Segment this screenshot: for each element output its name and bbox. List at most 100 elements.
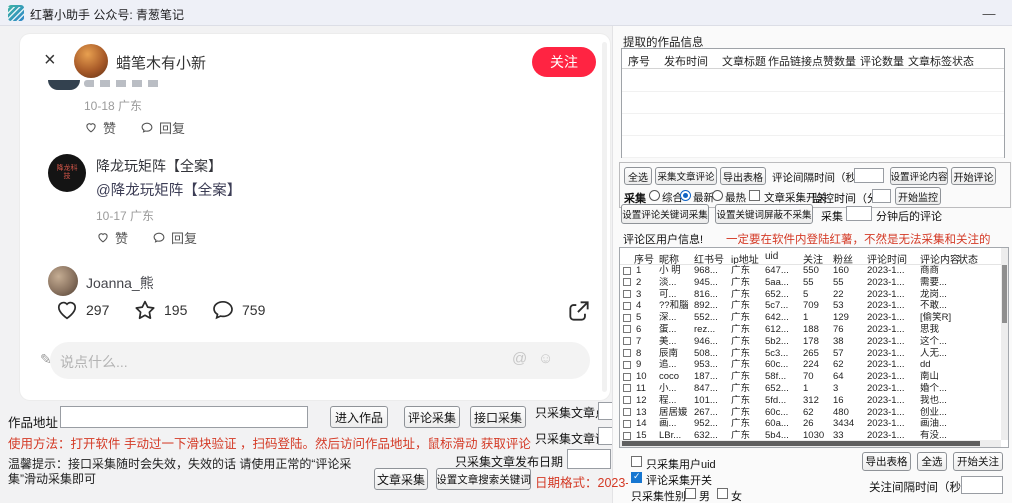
set-search-keyword-button[interactable]: 设置文章搜索关键词 (436, 468, 531, 490)
set-keyword-collect-button[interactable]: 设置评论关键词采集 (621, 204, 709, 224)
comment-input[interactable] (50, 342, 590, 379)
reply-icon[interactable] (152, 231, 166, 244)
commenter-avatar[interactable]: 降龙科技 (48, 154, 86, 192)
only-date-input[interactable] (567, 449, 611, 469)
table-cell: 508... (694, 348, 730, 360)
work-url-input[interactable] (60, 406, 308, 428)
comment-switch-checkbox[interactable] (631, 472, 642, 483)
commenter-avatar[interactable] (48, 266, 78, 296)
table-row[interactable]: 9追...953...广东60c...224622023-1...dd (620, 359, 1000, 371)
close-icon[interactable]: × (44, 50, 56, 70)
author-avatar[interactable] (74, 44, 108, 78)
star-icon[interactable] (132, 298, 158, 322)
sort-radio-1[interactable] (649, 190, 660, 201)
row-checkbox[interactable] (623, 314, 631, 322)
row-checkbox[interactable] (623, 384, 631, 392)
row-checkbox[interactable] (623, 325, 631, 333)
only-uid-checkbox[interactable] (631, 456, 642, 467)
female-checkbox[interactable] (717, 488, 728, 499)
mention-icon[interactable]: @ (512, 350, 527, 367)
table-row[interactable]: 13居居媛267...广东60c...624802023-1...创业... (620, 407, 1000, 419)
comment-collect-button[interactable]: 评论采集 (404, 406, 460, 428)
row-checkbox[interactable] (623, 420, 631, 428)
comment-table-vscrollbar[interactable] (1001, 248, 1008, 440)
share-icon[interactable] (566, 298, 592, 324)
select-all-button[interactable]: 全选 (624, 167, 652, 185)
enter-work-button[interactable]: 进入作品 (330, 406, 388, 428)
male-checkbox[interactable] (685, 488, 696, 499)
row-checkbox[interactable] (623, 373, 631, 381)
row-checkbox[interactable] (623, 267, 631, 275)
table-row[interactable]: 11小...847...广东652...132023-1...婚个... (620, 383, 1000, 395)
works-column-header[interactable]: 点赞数量 (812, 53, 856, 69)
article-switch-checkbox[interactable] (749, 190, 760, 201)
table-cell: 188 (803, 324, 831, 336)
heart-icon[interactable] (54, 298, 80, 322)
api-collect-button[interactable]: 接口采集 (470, 406, 526, 428)
article-collect-button[interactable]: 文章采集 (374, 468, 428, 490)
sort-radio-2[interactable] (680, 190, 691, 201)
table-row[interactable]: 14画...952...广东60a...2634342023-1...画油... (620, 418, 1000, 430)
comment-column-header[interactable]: uid (765, 251, 778, 262)
comment-bubble-icon[interactable] (210, 298, 236, 322)
table-row[interactable]: 3可...816...广东652...5222023-1...龙岗... (620, 289, 1000, 301)
row-checkbox[interactable] (623, 432, 631, 440)
emoji-icon[interactable]: ☺ (538, 350, 553, 367)
collect-article-comments-button[interactable]: 采集文章评论 (655, 167, 717, 185)
set-comment-content-button[interactable]: 设置评论内容 (890, 167, 948, 185)
row-checkbox[interactable] (623, 349, 631, 357)
works-column-header[interactable]: 作品链接 (768, 53, 812, 69)
works-column-header[interactable]: 序号 (628, 53, 650, 69)
like-label[interactable]: 赞 (103, 118, 116, 137)
reply-icon[interactable] (140, 121, 154, 134)
reply-label[interactable]: 回复 (159, 118, 185, 137)
comment-table-hscrollbar[interactable] (620, 440, 1001, 447)
export-table-button[interactable]: 导出表格 (862, 452, 911, 471)
monitor-time-input[interactable] (872, 189, 891, 203)
start-comment-button[interactable]: 开始评论 (951, 167, 996, 185)
follow-interval-input[interactable] (961, 476, 1003, 494)
table-row[interactable]: 12程...101...广东5fd...312162023-1...我也... (620, 395, 1000, 407)
sort-radio-3[interactable] (712, 190, 723, 201)
row-checkbox[interactable] (623, 302, 631, 310)
reply-label[interactable]: 回复 (171, 228, 197, 247)
table-row[interactable]: 7美...946...广东5b2...178382023-1...这个... (620, 336, 1000, 348)
row-checkbox[interactable] (623, 396, 631, 404)
table-cell: 6 (636, 324, 658, 336)
author-name[interactable]: 蜡笔木有小新 (116, 52, 206, 73)
select-all-button[interactable]: 全选 (917, 452, 947, 471)
like-icon[interactable] (96, 231, 110, 244)
table-row[interactable]: 8辰南508...广东5c3...265572023-1...人无... (620, 348, 1000, 360)
row-checkbox[interactable] (623, 361, 631, 369)
table-row[interactable]: 10coco187...广东58f...70642023-1...南山 (620, 371, 1000, 383)
commenter-name[interactable]: 降龙玩矩阵【全案】 (96, 156, 222, 176)
set-keyword-block-button[interactable]: 设置关键词屏蔽不采集 (715, 204, 813, 224)
comment-interval-input[interactable] (854, 168, 884, 183)
table-row[interactable]: 2淡...945...广东5aa...55552023-1...需要... (620, 277, 1000, 289)
commenter-name[interactable]: Joanna_熊 (86, 273, 154, 293)
row-checkbox[interactable] (623, 408, 631, 416)
collect-after-input[interactable] (846, 206, 872, 221)
works-column-header[interactable]: 发布时间 (664, 53, 708, 69)
row-checkbox[interactable] (623, 278, 631, 286)
row-checkbox[interactable] (623, 337, 631, 345)
export-table-button[interactable]: 导出表格 (720, 167, 766, 185)
row-checkbox[interactable] (623, 290, 631, 298)
works-column-header[interactable]: 评论数量 (860, 53, 904, 69)
start-monitor-button[interactable]: 开始监控 (895, 187, 941, 205)
works-column-header[interactable]: 文章标签 (908, 53, 952, 69)
works-column-header[interactable]: 文章标题 (722, 53, 766, 69)
table-row[interactable]: 5深...552...广东642...11292023-1...[偷笑R] (620, 312, 1000, 324)
table-row[interactable]: 4??和腦892...广东5c7...709532023-1...不敢... (620, 300, 1000, 312)
follow-button[interactable]: 关注 (532, 47, 596, 77)
minimize-button[interactable]: — (972, 0, 1006, 26)
works-column-header[interactable]: 状态 (952, 53, 974, 69)
table-row[interactable]: 6蛋...rez...广东612...188762023-1...思我 (620, 324, 1000, 336)
table-row[interactable]: 1小 明968...广东647...5501602023-1...商商 (620, 265, 1000, 277)
like-label[interactable]: 赞 (115, 228, 128, 247)
like-icon[interactable] (84, 121, 98, 134)
table-cell: 612... (765, 324, 801, 336)
post-scrollbar[interactable] (602, 42, 607, 392)
table-cell: 广东 (731, 371, 763, 383)
start-follow-button[interactable]: 开始关注 (953, 452, 1003, 471)
